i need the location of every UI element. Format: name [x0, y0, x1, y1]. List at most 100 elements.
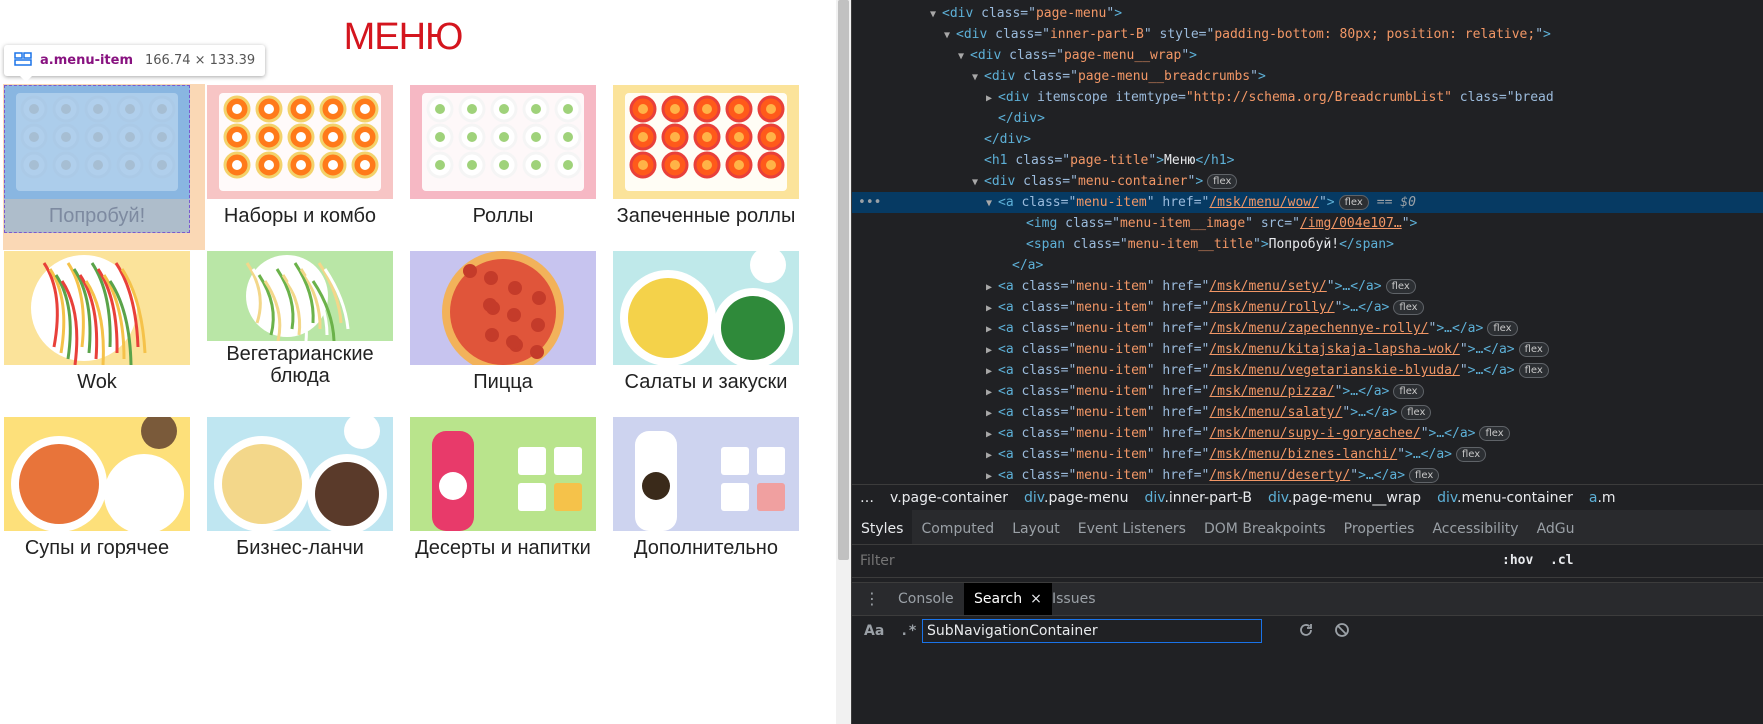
dom-node[interactable]: ▶ <a class="menu-item" href="/msk/menu/se… [852, 276, 1763, 297]
expand-triangle-icon[interactable]: ▶ [986, 403, 998, 424]
styles-filter-input[interactable] [860, 550, 1480, 572]
collapse-triangle-icon[interactable]: ▼ [972, 172, 984, 193]
dom-node[interactable]: ▶ <a class="menu-item" href="/msk/menu/su… [852, 423, 1763, 444]
flex-badge[interactable]: flex [1393, 300, 1424, 315]
tab-properties[interactable]: Properties [1335, 512, 1424, 544]
breadcrumb-item[interactable]: div.menu-container [1437, 490, 1573, 506]
expand-triangle-icon[interactable]: ▶ [986, 424, 998, 445]
dom-node[interactable]: <img class="menu-item__image" src="/img/… [852, 213, 1763, 234]
tab-computed[interactable]: Computed [912, 512, 1003, 544]
menu-item[interactable]: Вегетарианские блюда [207, 251, 393, 399]
flex-badge[interactable]: flex [1487, 321, 1518, 336]
node-actions-icon[interactable]: ••• [858, 192, 881, 213]
breadcrumb-item[interactable]: … [860, 490, 874, 506]
hov-toggle[interactable]: :hov [1502, 545, 1533, 577]
dom-node[interactable]: ▶ <a class="menu-item" href="/msk/menu/ve… [852, 360, 1763, 381]
tab-console[interactable]: Console [888, 583, 964, 615]
tab-event-listeners[interactable]: Event Listeners [1069, 512, 1195, 544]
tab-issues[interactable]: Issues [1042, 583, 1106, 615]
menu-item[interactable]: Роллы [410, 85, 596, 233]
flex-badge[interactable]: flex [1479, 426, 1510, 441]
menu-item[interactable]: Запеченные роллы [613, 85, 799, 233]
tab-layout[interactable]: Layout [1003, 512, 1069, 544]
collapse-triangle-icon[interactable]: ▼ [944, 25, 956, 46]
flex-badge[interactable]: flex [1518, 342, 1549, 357]
dom-node[interactable]: ▶ <a class="menu-item" href="/msk/menu/bi… [852, 444, 1763, 465]
breadcrumb-item[interactable]: div.inner-part-B [1144, 490, 1251, 506]
menu-item[interactable]: Десерты и напитки [410, 417, 596, 565]
page-scrollbar[interactable] [836, 0, 851, 724]
dom-attr-value: "http://schema.org/BreadcrumbList" [1185, 90, 1452, 105]
menu-item[interactable]: Wok [4, 251, 190, 399]
dom-node[interactable]: <h1 class="page-title">Меню</h1> [852, 150, 1763, 171]
expand-triangle-icon[interactable]: ▶ [986, 382, 998, 403]
menu-item[interactable]: Салаты и закуски [613, 251, 799, 399]
elements-dom-tree: ▼ <div class="page-menu"> ▼ <div class="inn… [852, 0, 1763, 484]
dom-node[interactable]: ▶ <a class="menu-item" href="/msk/menu/pi… [852, 381, 1763, 402]
dom-node[interactable]: ▶ <a class="menu-item" href="/msk/menu/sa… [852, 402, 1763, 423]
dom-node[interactable]: ▼ <div class="page-menu__wrap"> [852, 45, 1763, 66]
dom-node[interactable]: </div> [852, 129, 1763, 150]
menu-item[interactable]: Пицца [410, 251, 596, 399]
menu-item[interactable]: Наборы и комбо [207, 85, 393, 233]
dom-node[interactable]: </div> [852, 108, 1763, 129]
collapse-triangle-icon[interactable]: ▼ [930, 4, 942, 25]
collapse-triangle-icon[interactable]: ▼ [986, 193, 998, 214]
tab-dom-breakpoints[interactable]: DOM Breakpoints [1195, 512, 1335, 544]
tab-search[interactable]: Search × [964, 583, 1052, 615]
flex-badge[interactable]: flex [1518, 363, 1549, 378]
breadcrumb-item[interactable]: v.page-container [890, 490, 1008, 506]
refresh-icon[interactable] [1298, 622, 1314, 642]
expand-triangle-icon[interactable]: ▶ [986, 361, 998, 382]
dom-attr-value: menu-item [1076, 195, 1147, 210]
flex-badge[interactable]: flex [1207, 174, 1238, 189]
flex-badge[interactable]: flex [1401, 405, 1432, 420]
expand-triangle-icon[interactable]: ▶ [986, 340, 998, 361]
dom-node[interactable]: ••• ▼ <a class="menu-item" href="/msk/menu… [852, 192, 1763, 213]
breadcrumb-item[interactable]: div.page-menu [1024, 490, 1128, 506]
dom-node[interactable]: </a> [852, 255, 1763, 276]
menu-item[interactable]: Попробуй! [3, 84, 205, 250]
flex-badge[interactable]: flex [1456, 447, 1487, 462]
tab-accessibility[interactable]: Accessibility [1423, 512, 1527, 544]
menu-item[interactable]: Супы и горячее [4, 417, 190, 565]
cls-toggle[interactable]: .cl [1550, 545, 1573, 577]
expand-triangle-icon[interactable]: ▶ [986, 445, 998, 466]
match-case-toggle[interactable]: Aa [864, 616, 884, 646]
dom-tag-close: > [1114, 6, 1123, 21]
breadcrumb-item[interactable]: div.page-menu__wrap [1268, 490, 1421, 506]
collapse-triangle-icon[interactable]: ▼ [972, 67, 984, 88]
expand-triangle-icon[interactable]: ▶ [986, 277, 998, 298]
drawer-menu-icon[interactable]: ⋮ [864, 583, 880, 615]
dom-node[interactable]: ▶ <a class="menu-item" href="/msk/menu/za… [852, 318, 1763, 339]
tab-adgu[interactable]: AdGu [1528, 512, 1584, 544]
expand-triangle-icon[interactable]: ▶ [986, 298, 998, 319]
dom-node[interactable]: <span class="menu-item__title">Попробуй!… [852, 234, 1763, 255]
collapse-triangle-icon[interactable]: ▼ [958, 46, 970, 67]
expand-triangle-icon[interactable]: ▶ [986, 319, 998, 340]
dom-node[interactable]: ▶ <a class="menu-item" href="/msk/menu/ki… [852, 339, 1763, 360]
close-icon[interactable]: × [1030, 591, 1042, 607]
flex-badge[interactable]: flex [1338, 195, 1369, 210]
tab-styles[interactable]: Styles [852, 510, 913, 544]
dom-node[interactable]: ▼ <div class="page-menu__breadcrumbs"> [852, 66, 1763, 87]
expand-triangle-icon[interactable]: ▶ [986, 88, 998, 109]
dom-node[interactable]: ▶ <a class="menu-item" href="/msk/menu/de… [852, 465, 1763, 484]
dom-node[interactable]: ▼ <div class="inner-part-B" style="paddin… [852, 24, 1763, 45]
breadcrumb-item[interactable]: a.m [1589, 490, 1616, 506]
dom-node[interactable]: ▶ <a class="menu-item" href="/msk/menu/ro… [852, 297, 1763, 318]
regex-toggle[interactable]: .* [900, 616, 917, 646]
breadcrumb-class: .page-menu [1044, 490, 1129, 506]
flex-badge[interactable]: flex [1409, 468, 1440, 483]
page-scroll-thumb[interactable] [838, 0, 849, 560]
flex-badge[interactable]: flex [1385, 279, 1416, 294]
dom-node[interactable]: ▼ <div class="page-menu"> [852, 3, 1763, 24]
expand-triangle-icon[interactable]: ▶ [986, 466, 998, 484]
flex-badge[interactable]: flex [1393, 384, 1424, 399]
menu-item[interactable]: Дополнительно [613, 417, 799, 565]
dom-node[interactable]: ▼ <div class="menu-container"> flex [852, 171, 1763, 192]
clear-icon[interactable] [1334, 622, 1350, 642]
menu-item[interactable]: Бизнес-ланчи [207, 417, 393, 565]
dom-node[interactable]: ▶ <div itemscope itemtype="http://schema.… [852, 87, 1763, 108]
search-input[interactable] [922, 619, 1262, 643]
